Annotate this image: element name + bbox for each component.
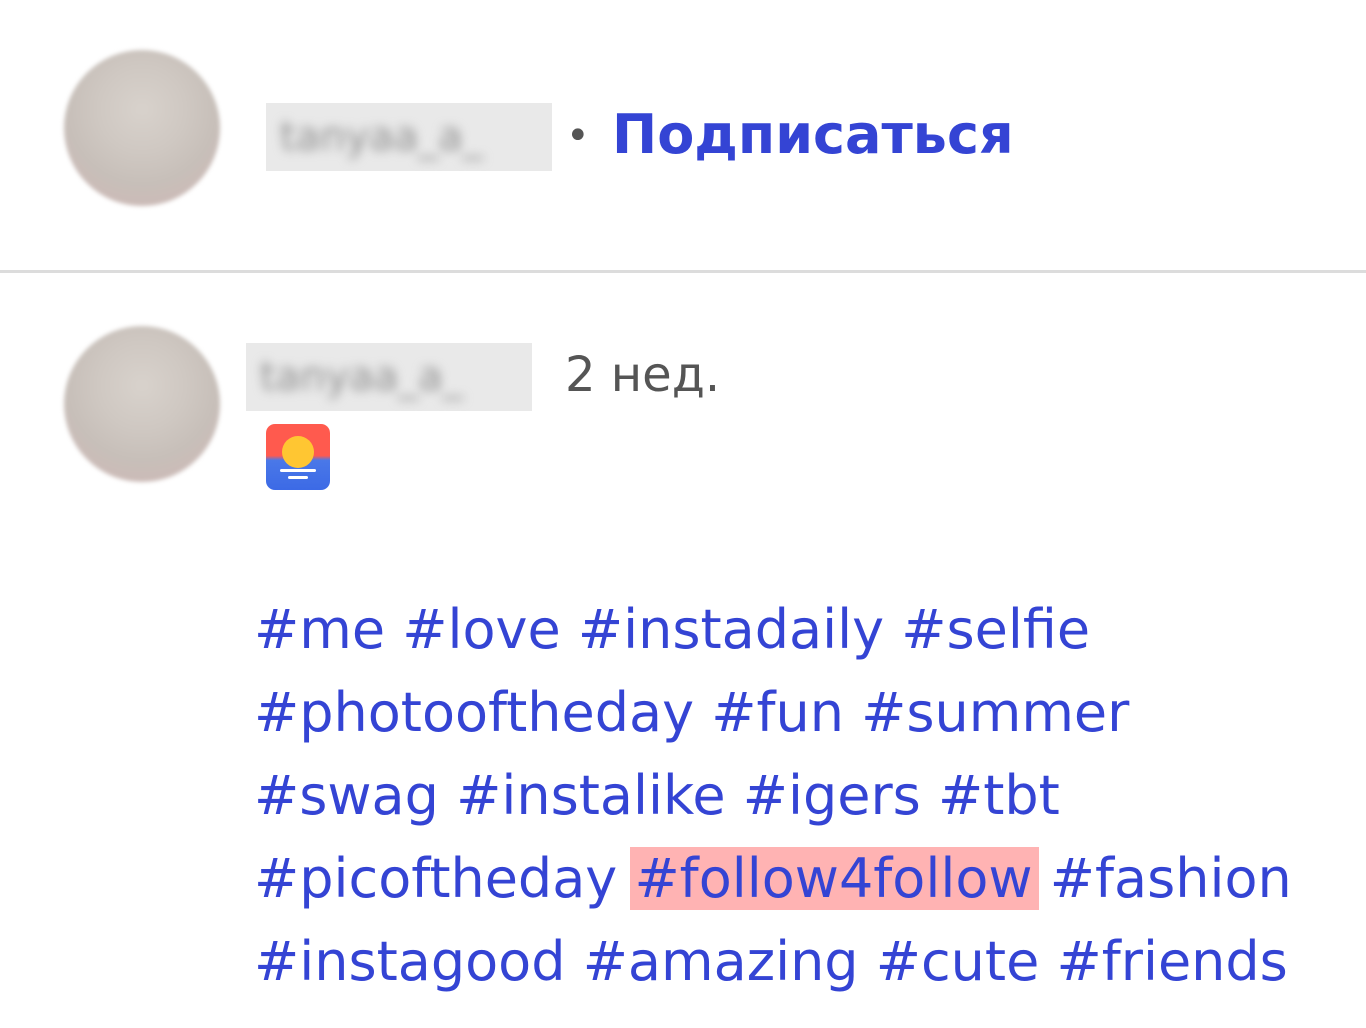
hashtag-link[interactable]: #friends [1056,930,1287,993]
hashtag-link[interactable]: #instalike [456,764,725,827]
hashtag-link[interactable]: #cute [876,930,1040,993]
hashtag-link[interactable]: #selfie [901,598,1090,661]
hashtag-line: #photooftheday #fun #summer [254,671,1354,754]
hashtag-line: #picoftheday #follow4follow #fashion [254,837,1354,920]
post-author-username[interactable]: tanyaa_a_ [266,103,552,171]
hashtag-list: #me #love #instadaily #selfie #photoofthe… [254,588,1354,1003]
hashtag-link[interactable]: #love [402,598,560,661]
follow-button[interactable]: Подписаться [612,100,1014,170]
hashtag-link[interactable]: #summer [861,681,1129,744]
hashtag-line: #instagood #amazing #cute #friends [254,920,1354,1003]
hashtag-link[interactable]: #follow4follow [630,847,1039,910]
hashtag-link[interactable]: #swag [254,764,439,827]
hashtag-link[interactable]: #igers [743,764,921,827]
post-author-username-text: tanyaa_a_ [280,114,483,160]
hashtag-line: #swag #instalike #igers #tbt [254,754,1354,837]
separator-dot: • [566,113,590,159]
post-author-avatar[interactable] [64,50,220,206]
hashtag-link[interactable]: #instadaily [578,598,884,661]
hashtag-link[interactable]: #tbt [938,764,1060,827]
comment-timestamp[interactable]: 2 нед. [565,340,720,410]
comment-author-username-text: tanyaa_a_ [260,354,463,400]
hashtag-link[interactable]: #picoftheday [254,847,617,910]
hashtag-link[interactable]: #me [254,598,385,661]
hashtag-link[interactable]: #fun [711,681,844,744]
comment-author-username[interactable]: tanyaa_a_ [246,343,532,411]
section-divider [0,270,1366,273]
comment-author-avatar[interactable] [64,326,220,482]
hashtag-link[interactable]: #instagood [254,930,566,993]
hashtag-link[interactable]: #photooftheday [254,681,694,744]
hashtag-line: #me #love #instadaily #selfie [254,588,1354,671]
hashtag-link[interactable]: #amazing [583,930,859,993]
hashtag-link[interactable]: #fashion [1050,847,1292,910]
sunrise-app-icon [266,424,330,490]
